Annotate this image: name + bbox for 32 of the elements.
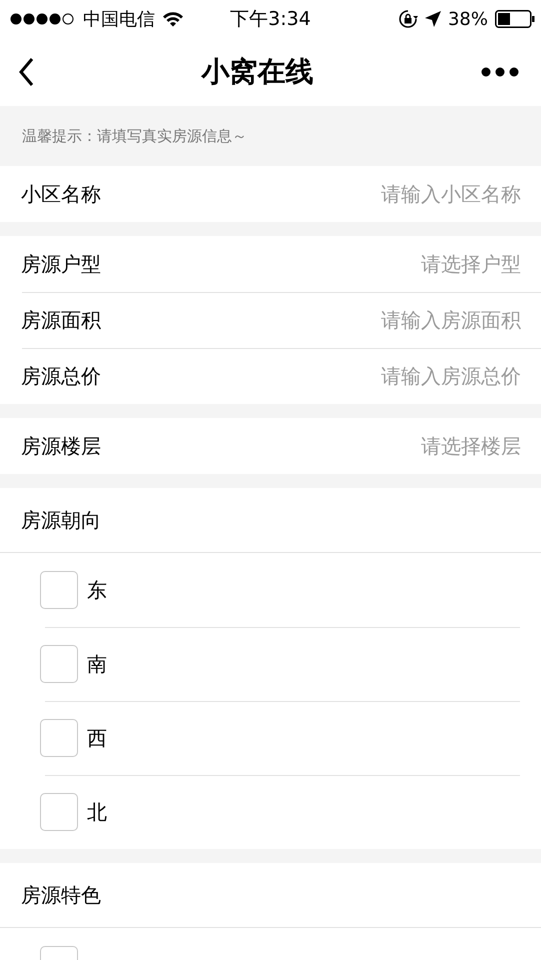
rotation-lock-icon [398,9,418,29]
checkbox[interactable] [40,645,78,683]
input-field[interactable]: 请输入房源面积 [221,308,521,332]
signal-icon [10,13,76,25]
page-title: 小窝在线 [202,54,314,90]
input-field[interactable]: 请输入小区名称 [221,182,521,206]
back-icon[interactable] [18,57,34,87]
field-label: 小区名称 [21,180,101,208]
wifi-icon [162,11,184,27]
status-time: 下午3:34 [230,7,311,32]
field-label: 房源总价 [21,362,101,390]
option-label: 南 [87,650,107,678]
field-label: 房源楼层 [21,432,101,460]
carrier-name: 中国电信 [83,8,155,31]
section-label: 房源朝向 [21,506,101,534]
battery-icon [495,10,535,28]
input-field[interactable]: 请选择楼层 [221,434,521,458]
option-label: 东 [87,576,107,604]
section-label: 房源特色 [21,882,101,908]
input-field[interactable]: 请选择户型 [221,252,521,276]
checkbox[interactable] [40,571,78,609]
option-label: 北 [87,798,107,826]
input-field[interactable]: 请输入房源总价 [221,364,521,388]
battery-percent: 38% [448,8,488,30]
more-icon[interactable] [481,67,519,77]
option-label: 西 [87,724,107,752]
checkbox[interactable] [40,793,78,831]
checkbox[interactable] [40,719,78,757]
tip-text: 温馨提示：请填写真实房源信息～ [22,126,247,146]
location-arrow-icon [424,11,441,27]
field-label: 房源面积 [21,306,101,334]
field-label: 房源户型 [21,250,101,278]
